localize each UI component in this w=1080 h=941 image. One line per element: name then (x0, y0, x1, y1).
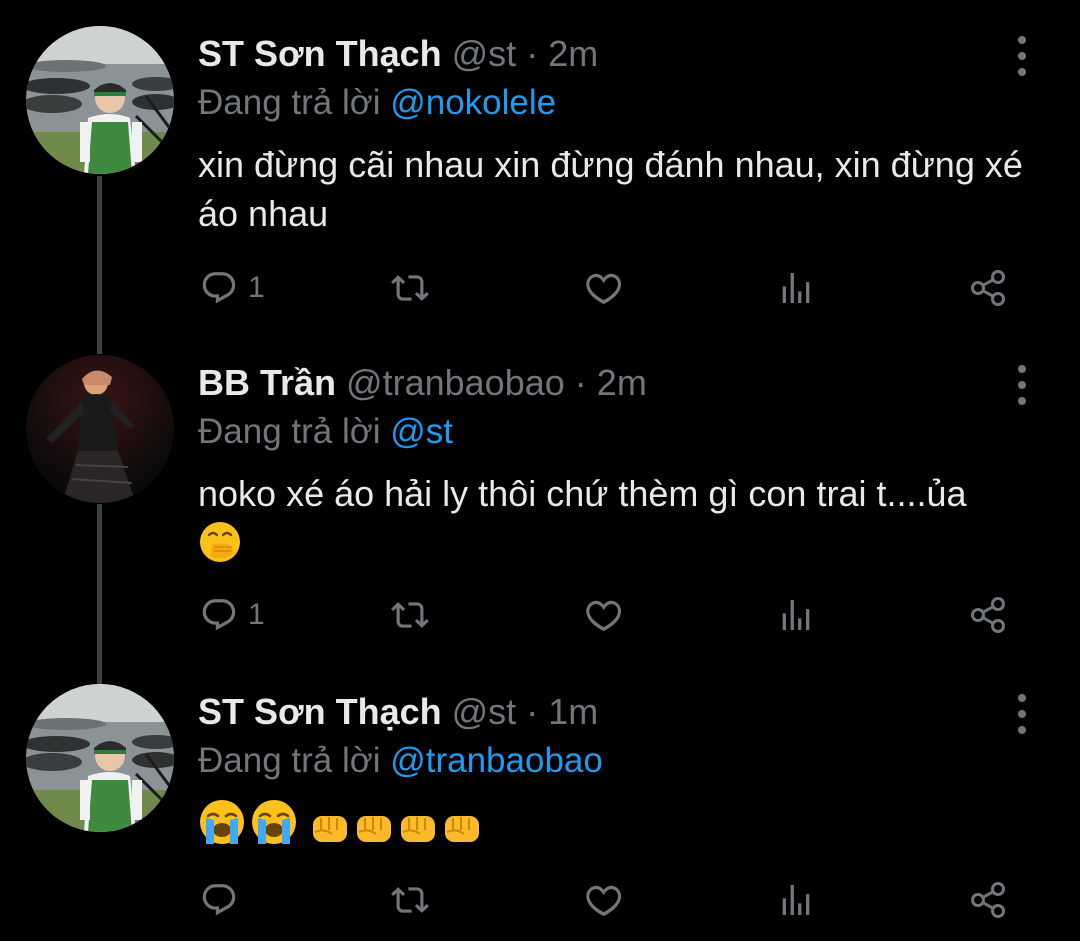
separator-dot: · (574, 362, 587, 403)
timestamp[interactable]: 2m (597, 362, 647, 403)
tweet-header: ST Sơn Thạch @st · 1m (198, 692, 598, 732)
reply-context: Đang trả lời @tranbaobao (198, 741, 603, 781)
separator-dot: · (526, 691, 539, 732)
oncoming-fist-icon (357, 816, 391, 842)
dark-costume-avatar-icon (26, 355, 174, 503)
reply-button[interactable]: 1 (200, 258, 265, 318)
views-button[interactable] (776, 870, 816, 930)
reply-context: Đang trả lời @nokolele (198, 83, 556, 123)
tweet-text: xin đừng cãi nhau xin đừng đánh nhau, xi… (198, 144, 1023, 234)
user-handle[interactable]: @st (452, 33, 517, 74)
share-button[interactable] (968, 258, 1008, 318)
tweet-header: ST Sơn Thạch @st · 2m (198, 34, 598, 74)
share-button[interactable] (968, 870, 1008, 930)
loudly-crying-face-icon (252, 800, 296, 844)
oncoming-fist-icon (401, 816, 435, 842)
more-icon[interactable] (1012, 36, 1032, 76)
retweet-icon (388, 881, 432, 919)
reply-context: Đang trả lời @st (198, 412, 453, 452)
views-icon (776, 595, 816, 635)
avatar[interactable] (26, 684, 174, 832)
views-button[interactable] (776, 585, 816, 645)
timestamp[interactable]: 2m (548, 33, 598, 74)
views-icon (776, 268, 816, 308)
share-icon (968, 268, 1008, 308)
timestamp[interactable]: 1m (548, 691, 598, 732)
retweet-button[interactable] (388, 585, 432, 645)
reply-icon (200, 881, 238, 919)
retweet-button[interactable] (388, 870, 432, 930)
reply-count: 1 (248, 271, 265, 304)
reply-mention-link[interactable]: @st (390, 412, 453, 451)
tweet[interactable]: BB Trần @tranbaobao · 2m Đang trả lời @s… (0, 329, 1080, 659)
reply-mention-link[interactable]: @nokolele (390, 83, 556, 122)
reply-count: 1 (248, 598, 265, 631)
reply-prefix: Đang trả lời (198, 83, 381, 122)
retweet-icon (388, 596, 432, 634)
emoji-row (198, 798, 1048, 846)
reply-icon (200, 269, 238, 307)
like-icon (582, 595, 626, 635)
loudly-crying-face-icon (200, 800, 244, 844)
action-bar (0, 870, 1080, 930)
separator-dot: · (526, 33, 539, 74)
tweet[interactable]: ST Sơn Thạch @st · 1m Đang trả lời @tran… (0, 658, 1080, 941)
tweet-text-block: noko xé áo hải ly thôi chứ thèm gì con t… (198, 469, 1048, 576)
display-name[interactable]: BB Trần (198, 362, 336, 403)
action-bar: 1 (0, 585, 1080, 645)
tweet-header: BB Trần @tranbaobao · 2m (198, 363, 647, 403)
avatar[interactable] (26, 26, 174, 174)
tweet[interactable]: ST Sơn Thạch @st · 2m Đang trả lời @noko… (0, 0, 1080, 330)
more-icon[interactable] (1012, 365, 1032, 405)
more-icon[interactable] (1012, 694, 1032, 734)
like-button[interactable] (582, 585, 626, 645)
reply-button[interactable] (200, 870, 248, 930)
person-green-vest-avatar-icon (26, 26, 174, 174)
tweet-text: noko xé áo hải ly thôi chứ thèm gì con t… (198, 473, 967, 514)
reply-button[interactable]: 1 (200, 585, 265, 645)
oncoming-fist-icon (445, 816, 479, 842)
like-icon (582, 268, 626, 308)
share-button[interactable] (968, 585, 1008, 645)
reply-prefix: Đang trả lời (198, 412, 381, 451)
like-button[interactable] (582, 258, 626, 318)
retweet-button[interactable] (388, 258, 432, 318)
user-handle[interactable]: @tranbaobao (346, 362, 565, 403)
display-name[interactable]: ST Sơn Thạch (198, 691, 442, 732)
user-handle[interactable]: @st (452, 691, 517, 732)
reply-prefix: Đang trả lời (198, 741, 381, 780)
avatar[interactable] (26, 355, 174, 503)
action-bar: 1 (0, 258, 1080, 318)
views-button[interactable] (776, 258, 816, 318)
person-green-vest-avatar-icon (26, 684, 174, 832)
retweet-icon (388, 269, 432, 307)
share-icon (968, 595, 1008, 635)
tweet-text-block (198, 798, 1048, 846)
like-icon (582, 880, 626, 920)
share-icon (968, 880, 1008, 920)
display-name[interactable]: ST Sơn Thạch (198, 33, 442, 74)
reply-icon (200, 596, 238, 634)
like-button[interactable] (582, 870, 626, 930)
oncoming-fist-icon (313, 816, 347, 842)
face-with-hand-over-mouth-icon (200, 522, 240, 562)
views-icon (776, 880, 816, 920)
reply-mention-link[interactable]: @tranbaobao (390, 741, 603, 780)
